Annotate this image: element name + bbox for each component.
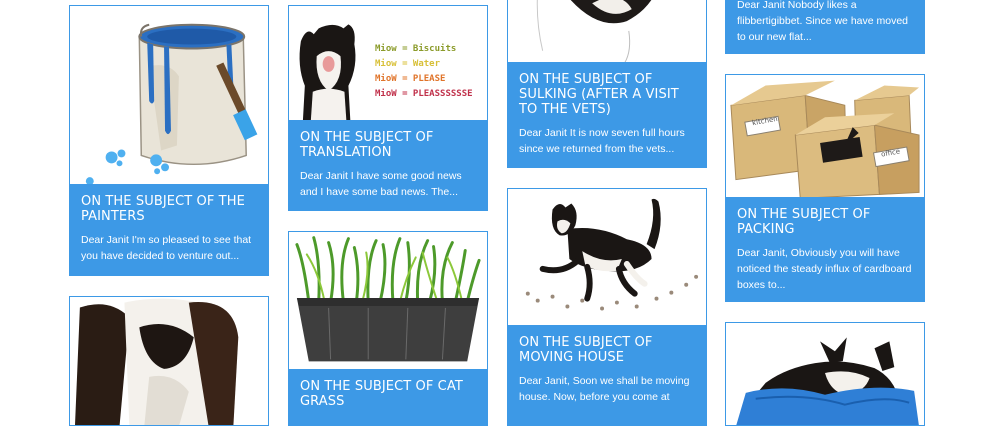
post-caption: ON THE SUBJECT OF TRANSLATION Dear Janit… xyxy=(289,120,487,210)
post-excerpt: Dear Janit, Soon we shall be moving hous… xyxy=(519,375,690,403)
post-card-translation[interactable]: Miow = Biscuits Miow = Water MioW = PLEA… xyxy=(288,5,488,211)
post-image-sulking xyxy=(508,0,706,64)
cardboard-boxes-illustration xyxy=(730,80,920,199)
post-card-new-flat[interactable]: Dear Janit Nobody likes a flibbertigibbe… xyxy=(725,0,925,54)
post-card-painters[interactable]: ON THE SUBJECT OF THE PAINTERS Dear Jani… xyxy=(69,5,269,276)
sulking-cat-illustration xyxy=(536,0,652,63)
post-excerpt: Dear Janit Nobody likes a flibbertigibbe… xyxy=(737,0,909,43)
post-title[interactable]: ON THE SUBJECT OF SULKING (AFTER A VISIT… xyxy=(519,72,694,117)
post-card-cat-grass[interactable]: ON THE SUBJECT OF CAT GRASS xyxy=(288,231,488,426)
post-caption: ON THE SUBJECT OF THE PAINTERS Dear Jani… xyxy=(70,184,268,275)
post-image-cat-in-bag xyxy=(726,323,924,425)
post-card-packing[interactable]: kitchen office ON THE SUBJECT OF PACKING… xyxy=(725,74,925,302)
post-title[interactable]: ON THE SUBJECT OF MOVING HOUSE xyxy=(519,335,694,365)
cat-portrait-illustration xyxy=(75,298,239,425)
post-card-moving-house[interactable]: ON THE SUBJECT OF MOVING HOUSE Dear Jani… xyxy=(507,188,707,426)
post-title[interactable]: ON THE SUBJECT OF CAT GRASS xyxy=(300,379,475,409)
post-caption: ON THE SUBJECT OF SULKING (AFTER A VISIT… xyxy=(508,62,706,167)
post-title[interactable]: ON THE SUBJECT OF TRANSLATION xyxy=(300,130,475,160)
post-image-cat-portrait xyxy=(70,297,268,425)
post-excerpt: Dear Janit I'm so pleased to see that yo… xyxy=(81,234,252,262)
post-caption: ON THE SUBJECT OF CAT GRASS xyxy=(289,369,487,425)
post-excerpt: Dear Janit It is now seven full hours si… xyxy=(519,127,685,155)
post-caption: ON THE SUBJECT OF PACKING Dear Janit, Ob… xyxy=(726,197,924,301)
post-title[interactable]: ON THE SUBJECT OF PACKING xyxy=(737,207,912,237)
post-title[interactable]: ON THE SUBJECT OF THE PAINTERS xyxy=(81,194,256,224)
post-caption: Dear Janit Nobody likes a flibbertigibbe… xyxy=(726,0,924,53)
post-caption: ON THE SUBJECT OF MOVING HOUSE Dear Jani… xyxy=(508,325,706,425)
cat-grass-illustration xyxy=(295,236,481,362)
post-image-cat-grass xyxy=(289,232,487,371)
post-excerpt: Dear Janit I have some good news and I h… xyxy=(300,170,462,198)
post-card-cat-in-bag[interactable] xyxy=(725,322,925,426)
paint-can-illustration xyxy=(85,23,258,186)
post-image-packing: kitchen office xyxy=(726,75,924,199)
translation-line-2: Miow = Water xyxy=(375,59,441,69)
post-image-paint-can xyxy=(70,6,268,186)
translation-line-1: Miow = Biscuits xyxy=(375,44,457,54)
post-card-cat-portrait[interactable] xyxy=(69,296,269,426)
post-image-moving-house xyxy=(508,189,706,327)
post-excerpt: Dear Janit, Obviously you will have noti… xyxy=(737,247,912,291)
post-card-sulking[interactable]: ON THE SUBJECT OF SULKING (AFTER A VISIT… xyxy=(507,0,707,168)
cat-in-bag-illustration xyxy=(736,337,919,425)
translation-line-3: MioW = PLEASE xyxy=(375,74,446,84)
walking-cat-illustration xyxy=(525,198,699,311)
post-image-translation: Miow = Biscuits Miow = Water MioW = PLEA… xyxy=(289,6,487,122)
translation-line-4: MioW = PLEASSSSSSE xyxy=(375,89,473,99)
